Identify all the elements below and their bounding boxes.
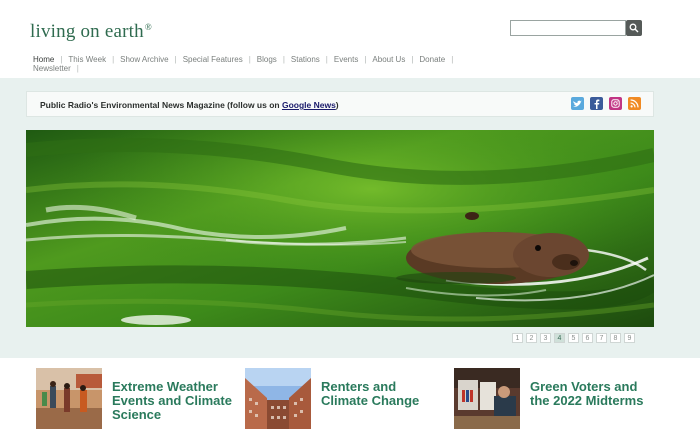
- feature-thumbnail[interactable]: [454, 368, 520, 429]
- nav-separator: |: [451, 55, 454, 64]
- nav-events[interactable]: Events: [334, 55, 358, 64]
- pager-page[interactable]: 9: [624, 333, 635, 343]
- nav-this-week[interactable]: This Week: [68, 55, 106, 64]
- search-icon: [629, 23, 639, 33]
- feature-thumbnail[interactable]: [36, 368, 102, 429]
- nav-blogs[interactable]: Blogs: [257, 55, 277, 64]
- feature-title[interactable]: Extreme Weather Events and Climate Scien…: [112, 380, 232, 422]
- nav-separator: |: [174, 55, 177, 64]
- nav-about-us[interactable]: About Us: [372, 55, 405, 64]
- pager-page[interactable]: 3: [540, 333, 551, 343]
- tagline: Public Radio's Environmental News Magazi…: [40, 100, 339, 110]
- nav-donate[interactable]: Donate: [419, 55, 445, 64]
- nav-separator: |: [60, 55, 63, 64]
- instagram-icon[interactable]: [609, 97, 622, 110]
- social-links: [571, 97, 641, 110]
- tagline-prefix: Public Radio's Environmental News Magazi…: [40, 100, 282, 110]
- nav-show-archive[interactable]: Show Archive: [120, 55, 168, 64]
- site-header: living on earth® Home | This Week | Show Arc…: [0, 0, 700, 78]
- site-logo[interactable]: living on earth®: [30, 21, 152, 43]
- nav-special-features[interactable]: Special Features: [183, 55, 243, 64]
- beaver-photo: [26, 130, 654, 327]
- nav-separator: |: [112, 55, 115, 64]
- twitter-icon[interactable]: [571, 97, 584, 110]
- nav-home[interactable]: Home: [33, 55, 54, 64]
- logo-mark: ®: [144, 21, 152, 32]
- nav-separator: |: [325, 55, 328, 64]
- pager-page[interactable]: 1: [512, 333, 523, 343]
- slideshow-pager: 1 2 3 4 5 6 7 8 9: [512, 333, 635, 343]
- search-input[interactable]: [510, 20, 626, 36]
- nav-newsletter[interactable]: Newsletter: [33, 64, 71, 73]
- nav-separator: |: [248, 55, 251, 64]
- tagline-bar: Public Radio's Environmental News Magazi…: [26, 91, 654, 117]
- pager-page[interactable]: 2: [526, 333, 537, 343]
- pager-page[interactable]: 5: [568, 333, 579, 343]
- nav-separator: |: [364, 55, 367, 64]
- feature-title[interactable]: Renters and Climate Change: [321, 380, 441, 408]
- pager-page[interactable]: 8: [610, 333, 621, 343]
- google-news-link[interactable]: Google News: [282, 100, 336, 110]
- feature-stories: Extreme Weather Events and Climate Scien…: [0, 358, 700, 438]
- pager-page-current[interactable]: 4: [554, 333, 565, 343]
- pager-page[interactable]: 6: [582, 333, 593, 343]
- hero-slideshow-image[interactable]: [26, 130, 654, 327]
- pager-page[interactable]: 7: [596, 333, 607, 343]
- feature-thumbnail[interactable]: [245, 368, 311, 429]
- tagline-suffix: ): [335, 100, 339, 110]
- nav-stations[interactable]: Stations: [291, 55, 320, 64]
- logo-text: living on earth: [30, 21, 144, 42]
- nav-separator: |: [282, 55, 285, 64]
- nav-separator: |: [411, 55, 414, 64]
- feature-title[interactable]: Green Voters and the 2022 Midterms: [530, 380, 650, 408]
- search-button[interactable]: [626, 20, 642, 36]
- nav-separator: |: [76, 64, 79, 73]
- facebook-icon[interactable]: [590, 97, 603, 110]
- main-nav: Home | This Week | Show Archive | Special Feat…: [33, 55, 463, 73]
- rss-icon[interactable]: [628, 97, 641, 110]
